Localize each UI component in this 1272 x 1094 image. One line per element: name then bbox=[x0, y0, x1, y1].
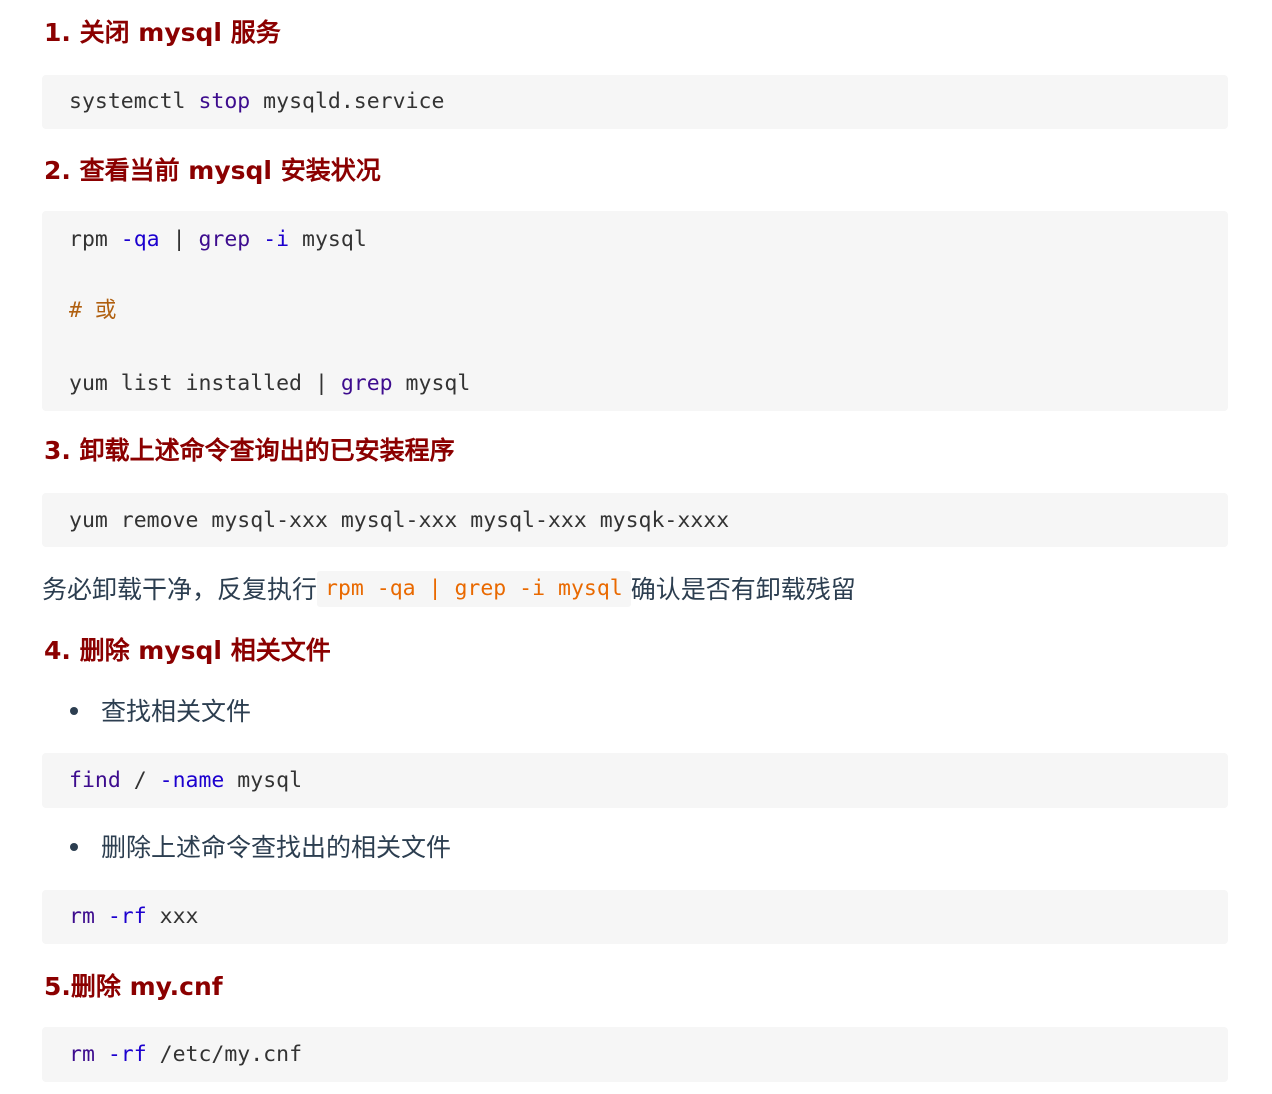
bullet-icon bbox=[70, 707, 78, 715]
section-3-heading: 3. 卸载上述命令查询出的已安装程序 bbox=[44, 436, 455, 465]
bullet-icon bbox=[70, 843, 78, 851]
document-page: 1. 关闭 mysql 服务 systemctl stop mysqld.ser… bbox=[0, 0, 1272, 1094]
code-keyword: rm bbox=[69, 1042, 95, 1067]
code-keyword: find bbox=[69, 768, 121, 793]
list-item: 查找相关文件 bbox=[70, 695, 251, 729]
code-keyword: rm bbox=[69, 904, 95, 929]
code-keyword: grep bbox=[198, 227, 251, 252]
code-token: mysql bbox=[392, 371, 471, 396]
code-keyword: -i bbox=[263, 227, 290, 252]
code-block-find[interactable]: find / -name mysql bbox=[42, 753, 1228, 808]
code-token: mysqld.service bbox=[250, 89, 445, 114]
code-keyword: -rf bbox=[107, 904, 147, 929]
section-5-heading: 5.删除 my.cnf bbox=[44, 972, 223, 1001]
note-text: 务必卸载干净，反复执行 bbox=[42, 575, 318, 604]
code-block-rm-mycnf[interactable]: rm -rf /etc/my.cnf bbox=[42, 1027, 1228, 1082]
cleanup-note: 务必卸载干净，反复执行 rpm -qa | grep -i mysql 确认是否有卸… bbox=[42, 571, 856, 609]
code-line: systemctl stop mysqld.service bbox=[69, 87, 444, 117]
code-keyword: grep bbox=[340, 371, 393, 396]
code-line: rm -rf /etc/my.cnf bbox=[69, 1040, 302, 1070]
code-block-yum-remove[interactable]: yum remove mysql-xxx mysql-xxx mysql-xxx… bbox=[42, 493, 1228, 547]
inline-code[interactable]: rpm -qa | grep -i mysql bbox=[317, 571, 631, 607]
list-item: 删除上述命令查找出的相关文件 bbox=[70, 831, 451, 865]
section-4-heading: 4. 删除 mysql 相关文件 bbox=[44, 636, 331, 665]
code-line: yum list installed | grep mysql bbox=[69, 369, 470, 399]
code-token: / bbox=[120, 768, 160, 793]
code-token: yum list installed | bbox=[69, 371, 341, 396]
code-line: rm -rf xxx bbox=[69, 902, 198, 932]
note-text: 确认是否有卸载残留 bbox=[630, 575, 856, 604]
section-2-heading: 2. 查看当前 mysql 安装状况 bbox=[44, 156, 381, 185]
code-token: rpm bbox=[69, 227, 121, 252]
code-comment: # 或 bbox=[69, 298, 117, 323]
code-keyword: -name bbox=[159, 768, 225, 793]
list-item-text: 查找相关文件 bbox=[101, 697, 252, 726]
code-token: | bbox=[159, 227, 199, 252]
code-token: mysql bbox=[224, 768, 303, 793]
code-block-stop-service[interactable]: systemctl stop mysqld.service bbox=[42, 75, 1228, 129]
code-block-check-install[interactable]: rpm -qa | grep -i mysql # 或 yum list ins… bbox=[42, 211, 1228, 411]
list-item-text: 删除上述命令查找出的相关文件 bbox=[101, 833, 452, 862]
section-1-heading: 1. 关闭 mysql 服务 bbox=[44, 18, 281, 47]
code-token: /etc/my.cnf bbox=[146, 1042, 303, 1067]
code-keyword: -rf bbox=[107, 1042, 147, 1067]
code-line: rpm -qa | grep -i mysql bbox=[69, 225, 367, 255]
code-token: systemctl bbox=[69, 89, 199, 114]
code-line: yum remove mysql-xxx mysql-xxx mysql-xxx… bbox=[69, 508, 730, 533]
code-token: xxx bbox=[146, 904, 199, 929]
code-block-rm-files[interactable]: rm -rf xxx bbox=[42, 890, 1228, 944]
code-token: mysql bbox=[289, 227, 367, 252]
code-line: find / -name mysql bbox=[69, 766, 302, 796]
code-keyword: stop bbox=[198, 89, 251, 114]
code-keyword: -qa bbox=[120, 227, 160, 252]
